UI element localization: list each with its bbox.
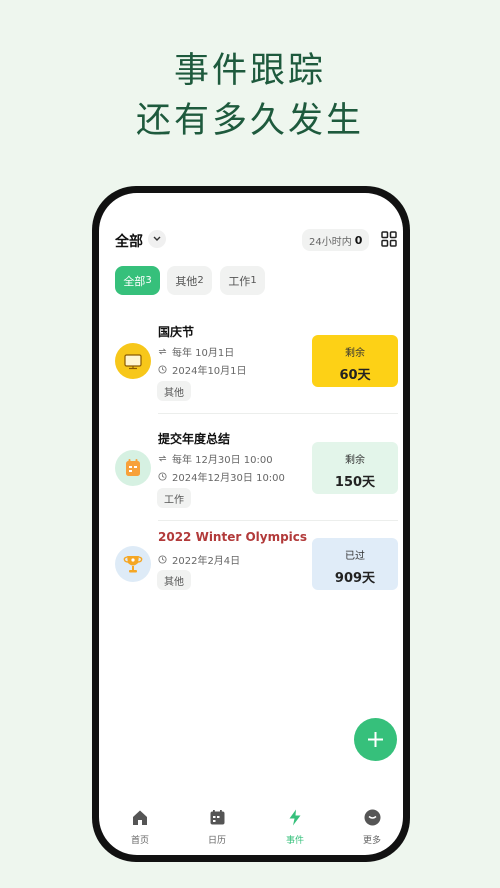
promo-headline-1: 事件跟踪 <box>173 51 326 91</box>
countdown-status: 剩余 <box>345 348 365 359</box>
countdown-box: 剩余 150天 <box>312 442 398 494</box>
event-date: 2024年10月1日 <box>158 362 247 377</box>
event-repeat: 每年 10月1日 <box>158 344 234 359</box>
filter-title[interactable]: 全部 <box>115 231 143 251</box>
nav-events[interactable]: 事件 <box>265 809 325 846</box>
repeat-icon <box>158 348 167 355</box>
event-title: 国庆节 <box>158 325 195 339</box>
app-screen: 全部 24小时内 0 全部 3 其他 2 工作 1 国庆节 每年 10月1日 2… <box>99 193 403 855</box>
clock-icon <box>158 555 167 564</box>
more-icon <box>364 809 380 826</box>
chip-label: 其他 <box>175 274 198 288</box>
countdown-days: 150天 <box>334 475 376 490</box>
event-repeat-text: 每年 10月1日 <box>172 348 235 359</box>
promo-headline-2: 还有多久发生 <box>135 101 364 141</box>
within-24h-pill[interactable]: 24小时内 0 <box>302 229 370 251</box>
event-repeat-text: 每年 12月30日 10:00 <box>172 455 273 466</box>
chip-label: 全部 <box>123 274 146 288</box>
event-tag: 其他 <box>157 381 191 401</box>
countdown-days: 60天 <box>339 368 371 383</box>
chip-count: 2 <box>197 275 204 286</box>
nav-label: 首页 <box>130 836 149 846</box>
calendar-icon <box>115 450 151 486</box>
within-24h-label: 24小时内 <box>309 236 352 248</box>
event-title: 2022 Winter Olympics <box>158 530 308 544</box>
countdown-status: 剩余 <box>345 455 365 466</box>
nav-calendar[interactable]: 日历 <box>187 809 247 846</box>
event-date: 2024年12月30日 10:00 <box>158 469 285 484</box>
chevron-down-icon[interactable] <box>148 230 166 248</box>
event-date-text: 2022年2月4日 <box>172 556 241 567</box>
event-item[interactable]: 2022 Winter Olympics 2022年2月4日 其他 已过 909… <box>99 525 403 605</box>
chip-label: 工作 <box>228 274 251 288</box>
repeat-icon <box>158 455 167 462</box>
nav-label: 事件 <box>285 836 304 846</box>
event-date-text: 2024年10月1日 <box>172 366 247 377</box>
event-tag: 其他 <box>157 570 191 590</box>
countdown-box: 已过 909天 <box>312 538 398 590</box>
chip-all[interactable]: 全部 3 <box>115 266 160 295</box>
home-icon <box>133 810 147 825</box>
nav-more[interactable]: 更多 <box>342 809 402 846</box>
lightning-icon <box>289 809 301 826</box>
event-tag: 工作 <box>157 488 191 508</box>
event-repeat: 每年 12月30日 10:00 <box>158 451 273 466</box>
event-item[interactable]: 国庆节 每年 10月1日 2024年10月1日 其他 剩余 60天 <box>99 311 403 411</box>
nav-label: 更多 <box>362 836 381 846</box>
chip-count: 1 <box>250 275 257 286</box>
chip-work[interactable]: 工作 1 <box>220 266 265 295</box>
clock-icon <box>158 472 167 481</box>
countdown-days: 909天 <box>334 571 376 586</box>
calendar-icon <box>210 810 224 825</box>
chip-count: 3 <box>145 275 152 286</box>
event-title: 提交年度总结 <box>158 432 231 446</box>
nav-home[interactable]: 首页 <box>110 809 170 846</box>
event-item[interactable]: 提交年度总结 每年 12月30日 10:00 2024年12月30日 10:00… <box>99 418 403 518</box>
plus-icon <box>368 732 383 747</box>
within-24h-count: 0 <box>354 233 363 247</box>
bottom-nav: 首页 日历 事件 更多 <box>99 793 403 855</box>
event-date: 2022年2月4日 <box>158 552 240 567</box>
phone-frame: 全部 24小时内 0 全部 3 其他 2 工作 1 国庆节 每年 10月1日 2… <box>92 186 410 862</box>
nav-label: 日历 <box>207 836 226 846</box>
grid-view-icon[interactable] <box>381 231 397 251</box>
event-date-text: 2024年12月30日 10:00 <box>172 473 285 484</box>
trophy-icon <box>115 546 151 582</box>
chip-other[interactable]: 其他 2 <box>167 266 212 295</box>
divider <box>158 520 398 521</box>
countdown-box: 剩余 60天 <box>312 335 398 387</box>
add-event-button[interactable] <box>354 718 397 761</box>
divider <box>158 413 398 414</box>
countdown-status: 已过 <box>345 551 365 562</box>
clock-icon <box>158 365 167 374</box>
tv-icon <box>115 343 151 379</box>
